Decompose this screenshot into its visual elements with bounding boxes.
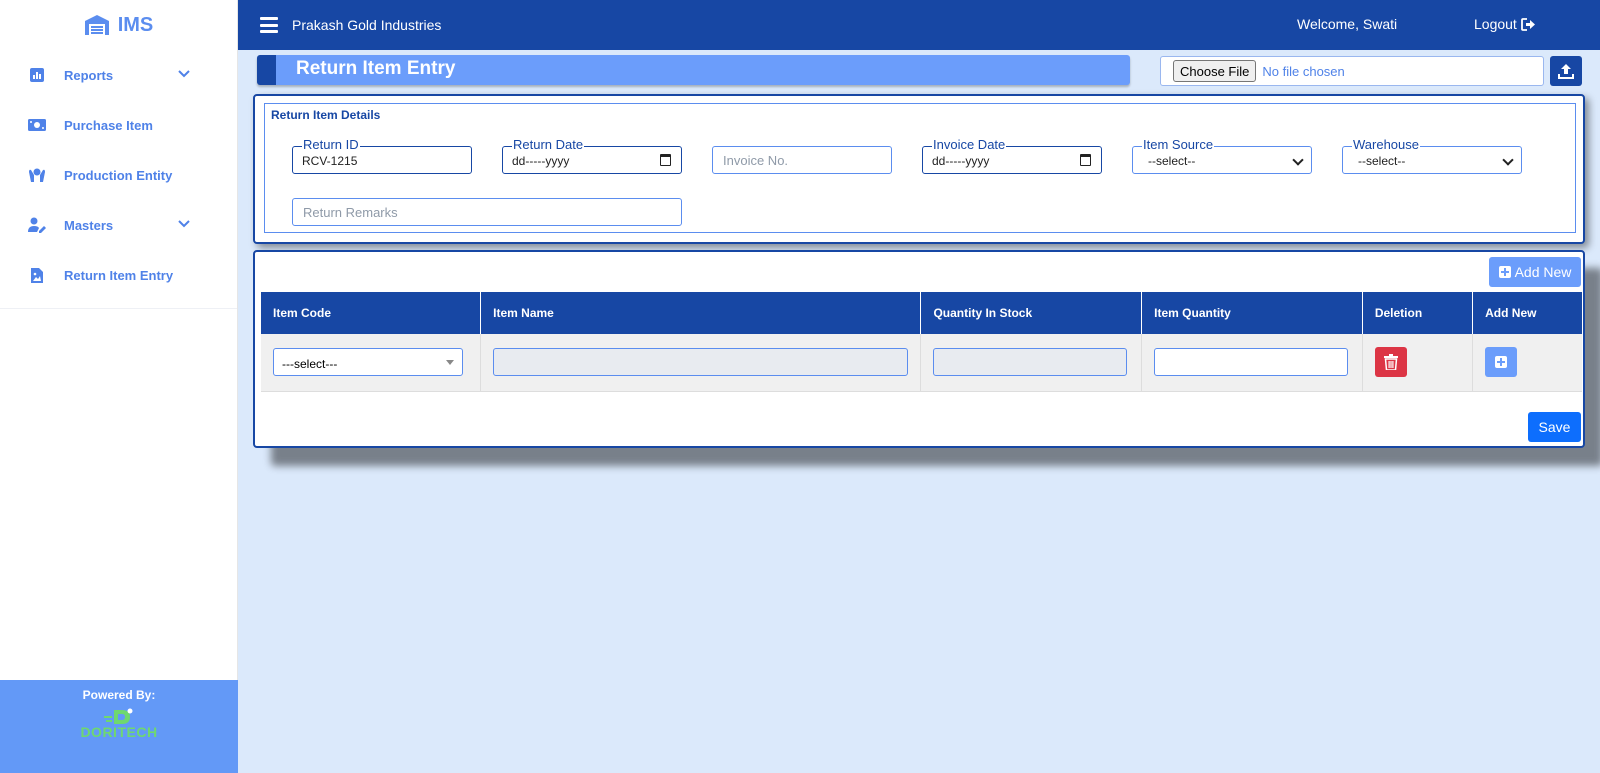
column-header: Quantity In Stock <box>920 292 1143 334</box>
top-bar: Prakash Gold Industries Welcome, Swati L… <box>238 0 1600 50</box>
brand-name: IMS <box>117 13 154 36</box>
invoice-no-placeholder: Invoice No. <box>723 153 789 168</box>
sidebar-nav: Reports Purchase Item Production Entity … <box>0 50 237 309</box>
column-header: Item Name <box>480 292 922 334</box>
logout-link[interactable]: Logout <box>1474 16 1536 32</box>
item-code-value: ---select--- <box>282 357 338 372</box>
trash-icon <box>1383 354 1398 371</box>
warehouse-value: --select-- <box>1358 154 1406 168</box>
column-header: Deletion <box>1362 292 1474 334</box>
sidebar-item-return-item-entry[interactable]: Return Item Entry <box>0 250 237 300</box>
item-name-cell <box>480 334 922 392</box>
caret-down-icon <box>446 360 454 366</box>
return-details-card: Return Item Details Return ID RCV-1215 R… <box>253 94 1585 244</box>
item-name-input <box>493 348 909 377</box>
return-remarks-placeholder: Return Remarks <box>303 205 398 220</box>
sidebar-item-purchase-item[interactable]: Purchase Item <box>0 100 237 150</box>
upload-button[interactable] <box>1550 56 1582 86</box>
add-row-button[interactable] <box>1485 347 1518 378</box>
return-details-legend: Return Item Details <box>271 108 381 122</box>
deletion-cell <box>1362 334 1474 392</box>
file-status: No file chosen <box>1262 63 1345 79</box>
item-code-cell: ---select--- <box>261 334 482 392</box>
column-header: Item Quantity <box>1141 292 1363 334</box>
item-source-label: Item Source <box>1142 137 1215 152</box>
return-details-fieldset: Return Item Details Return ID RCV-1215 R… <box>264 103 1576 233</box>
table-header-row: Item Code Item Name Quantity In Stock It… <box>261 292 1582 334</box>
brand[interactable]: IMS <box>0 0 237 50</box>
chevron-down-icon <box>178 70 190 78</box>
sidebar-item-label: Production Entity <box>64 167 173 183</box>
return-date-value: dd-----yyyy <box>512 154 570 168</box>
column-header: Add New <box>1472 292 1582 334</box>
return-date-label: Return Date <box>512 137 585 152</box>
money-icon <box>28 116 46 134</box>
bar-chart-icon <box>28 66 46 84</box>
page-title: Return Item Entry <box>296 58 456 79</box>
item-code-select[interactable]: ---select--- <box>273 348 463 377</box>
return-id-label: Return ID <box>302 137 360 152</box>
hamburger-menu-icon[interactable] <box>260 17 278 33</box>
chevron-down-icon <box>178 220 190 228</box>
file-image-icon <box>28 266 46 284</box>
return-remarks-field[interactable]: Return Remarks <box>292 198 682 226</box>
sidebar-item-label: Purchase Item <box>64 117 153 133</box>
return-id-field[interactable]: Return ID RCV-1215 <box>292 138 472 174</box>
welcome-text: Welcome, Swati <box>1297 16 1398 32</box>
quantity-in-stock-cell <box>920 334 1143 392</box>
return-date-field[interactable]: Return Date dd-----yyyy <box>502 138 682 174</box>
plus-square-icon <box>1495 356 1508 369</box>
item-quantity-cell <box>1141 334 1363 392</box>
return-id-value: RCV-1215 <box>302 154 358 168</box>
file-input[interactable]: Choose File No file chosen <box>1160 56 1544 86</box>
invoice-no-field[interactable]: Invoice No. <box>712 146 892 174</box>
logout-label: Logout <box>1474 16 1517 32</box>
powered-by-label: Powered By: <box>82 688 156 702</box>
calendar-icon[interactable] <box>660 154 671 166</box>
company-name: Prakash Gold Industries <box>292 17 442 33</box>
chevron-down-icon <box>1502 154 1514 166</box>
column-header: Item Code <box>261 292 482 334</box>
add-new-cell <box>1472 334 1582 392</box>
item-source-select[interactable]: Item Source --select-- <box>1132 138 1312 174</box>
sidebar-item-production-entity[interactable]: Production Entity <box>0 150 237 200</box>
item-source-value: --select-- <box>1148 154 1196 168</box>
hand-holding-icon <box>28 166 46 184</box>
warehouse-select[interactable]: Warehouse --select-- <box>1342 138 1522 174</box>
sidebar-item-label: Masters <box>64 217 114 233</box>
calendar-icon[interactable] <box>1080 154 1091 166</box>
save-button[interactable]: Save <box>1528 412 1581 442</box>
delete-row-button[interactable] <box>1374 347 1407 378</box>
upload-icon <box>1558 63 1574 79</box>
invoice-date-value: dd-----yyyy <box>932 154 990 168</box>
doritech-logo-text: DORITECH <box>80 724 158 740</box>
quantity-in-stock-input <box>933 348 1128 377</box>
warehouse-label: Warehouse <box>1352 137 1420 152</box>
add-new-label: Add New <box>1514 264 1572 280</box>
chevron-down-icon <box>1292 154 1304 166</box>
add-new-button[interactable]: Add New <box>1489 257 1581 287</box>
sidebar-item-label: Return Item Entry <box>64 267 174 283</box>
powered-by-panel: Powered By: DORITECH <box>0 680 238 773</box>
invoice-date-label: Invoice Date <box>932 137 1007 152</box>
sign-out-icon <box>1520 17 1535 31</box>
items-table: Item Code Item Name Quantity In Stock It… <box>261 292 1582 392</box>
table-row: ---select--- <box>261 334 1582 392</box>
choose-file-button[interactable]: Choose File <box>1173 60 1257 82</box>
warehouse-icon <box>84 15 109 35</box>
sidebar: IMS Reports Purchase Item Production Ent… <box>0 0 238 773</box>
plus-square-icon <box>1498 266 1511 278</box>
doritech-logo: DORITECH <box>80 708 157 750</box>
sidebar-item-label: Reports <box>64 67 114 83</box>
sidebar-item-reports[interactable]: Reports <box>0 50 237 100</box>
page-title-bar: Return Item Entry <box>257 55 1130 85</box>
sidebar-item-masters[interactable]: Masters <box>0 200 237 250</box>
invoice-date-field[interactable]: Invoice Date dd-----yyyy <box>922 138 1102 174</box>
item-quantity-input[interactable] <box>1154 348 1349 377</box>
items-card: Add New Item Code Item Name Quantity In … <box>253 250 1585 448</box>
user-edit-icon <box>28 216 46 234</box>
